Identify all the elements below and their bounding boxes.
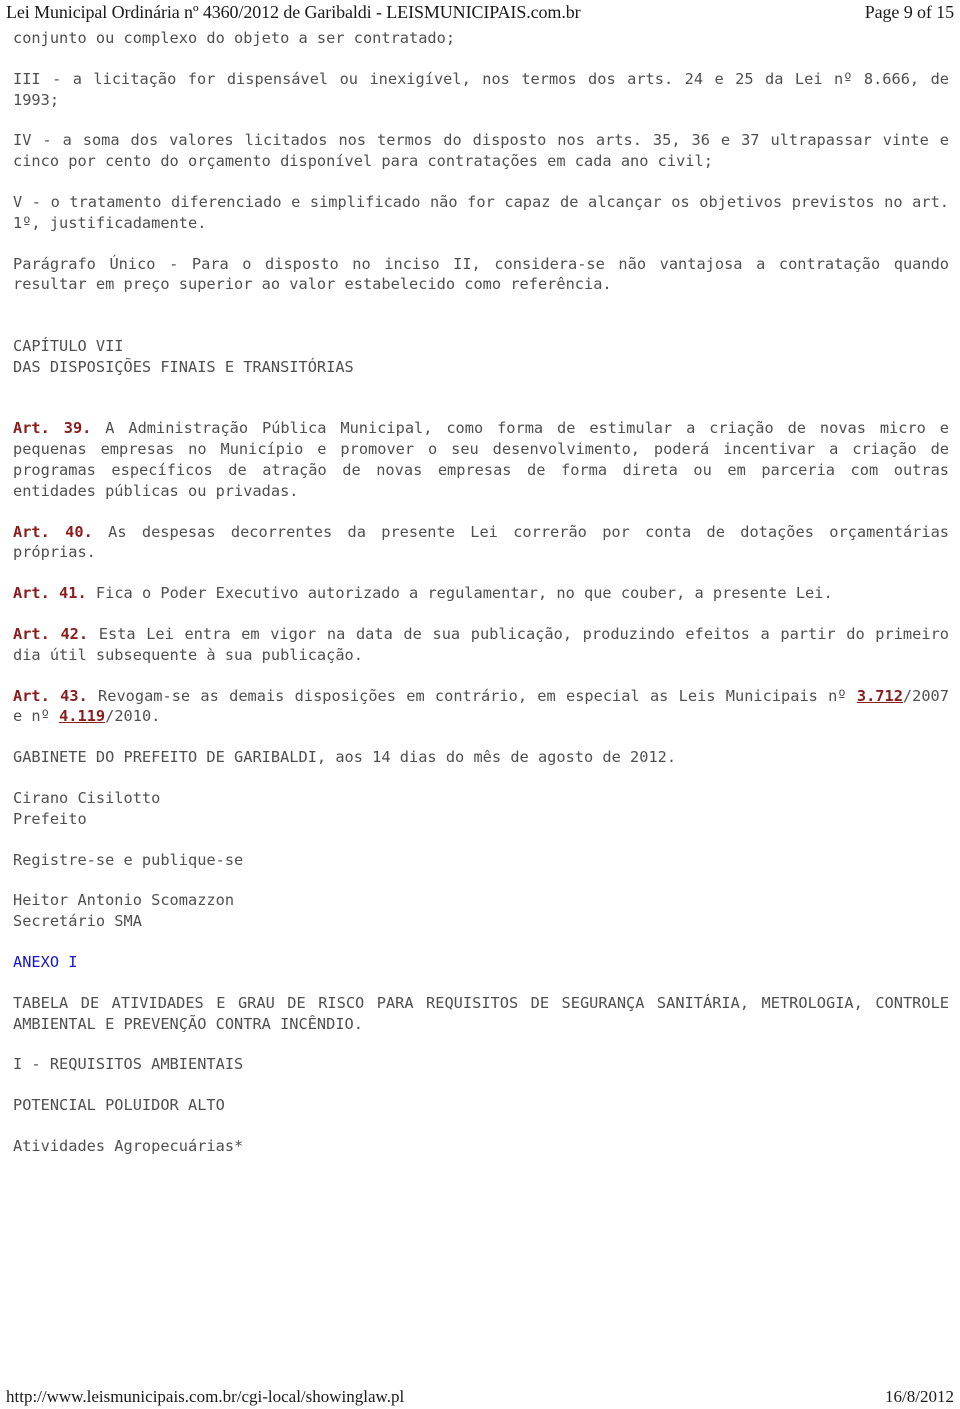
article-text-39: A Administração Pública Municipal, como … <box>13 419 949 500</box>
document-body: conjunto ou complexo do objeto a ser con… <box>13 28 949 1177</box>
article-label-42: Art. 42. <box>13 624 89 643</box>
article-text-43-part3: /2010. <box>105 707 161 726</box>
page-footer: http://www.leismunicipais.com.br/cgi-loc… <box>0 1383 960 1407</box>
footer-date: 16/8/2012 <box>885 1387 954 1406</box>
paragraph-paragrafo-unico: Parágrafo Único - Para o disposto no inc… <box>13 254 949 294</box>
heading-potencial-poluidor: POTENCIAL POLUIDOR ALTO <box>13 1096 225 1115</box>
article-text-43-part1: Revogam-se as demais disposições em cont… <box>87 686 857 705</box>
signer-name-prefeito: Cirano Cisilotto <box>13 788 161 807</box>
page-header: Lei Municipal Ordinária nº 4360/2012 de … <box>0 0 960 24</box>
signature-block-prefeito: Cirano Cisilotto Prefeito <box>13 788 949 830</box>
article-text-41: Fica o Poder Executivo autorizado a regu… <box>86 584 833 603</box>
paragraph-inciso-v: V - o tratamento diferenciado e simplifi… <box>13 192 949 232</box>
heading-atividades-agropecuarias: Atividades Agropecuárias* <box>13 1136 244 1155</box>
signature-block-secretario: Heitor Antonio Scomazzon Secretário SMA <box>13 890 949 932</box>
heading-capitulo: CAPÍTULO VII <box>13 336 124 355</box>
paragraph-art-39: Art. 39. A Administração Pública Municip… <box>13 418 949 501</box>
document-title: Lei Municipal Ordinária nº 4360/2012 de … <box>6 2 581 22</box>
footer-url[interactable]: http://www.leismunicipais.com.br/cgi-loc… <box>6 1387 404 1407</box>
article-label-43: Art. 43. <box>13 686 88 705</box>
article-label-40: Art. 40. <box>13 522 93 541</box>
article-label-39: Art. 39. <box>13 419 92 438</box>
paragraph-art-42: Art. 42. Esta Lei entra em vigor na data… <box>13 624 949 666</box>
law-link-4119[interactable]: 4.119 <box>59 707 105 725</box>
heading-secao-i: I - REQUISITOS AMBIENTAIS <box>13 1055 244 1074</box>
law-link-3712[interactable]: 3.712 <box>857 687 903 705</box>
section-spacer-2 <box>13 398 949 419</box>
anexo-i-link[interactable]: ANEXO I <box>13 952 949 973</box>
paragraph-tabela-title: TABELA DE ATIVIDADES E GRAU DE RISCO PAR… <box>13 993 949 1033</box>
paragraph-inciso-iv: IV - a soma dos valores licitados nos te… <box>13 131 949 171</box>
signer-name-secretario: Heitor Antonio Scomazzon <box>13 891 235 910</box>
paragraph-registre-publique: Registre-se e publique-se <box>13 850 244 869</box>
paragraph-gabinete: GABINETE DO PREFEITO DE GARIBALDI, aos 1… <box>13 748 677 767</box>
paragraph-continuation: conjunto ou complexo do objeto a ser con… <box>13 29 456 47</box>
article-label-41: Art. 41. <box>13 584 87 603</box>
paragraph-art-43: Art. 43. Revogam-se as demais disposiçõe… <box>13 686 949 728</box>
paragraph-art-41: Art. 41. Fica o Poder Executivo autoriza… <box>13 583 949 604</box>
paragraph-art-40: Art. 40. As despesas decorrentes da pres… <box>13 522 949 564</box>
signer-role-secretario: Secretário SMA <box>13 912 142 931</box>
heading-capitulo-subtitle: DAS DISPOSIÇÕES FINAIS E TRANSITÓRIAS <box>13 357 354 376</box>
paragraph-inciso-iii: III - a licitação for dispensável ou ine… <box>13 69 949 109</box>
signer-role-prefeito: Prefeito <box>13 809 87 828</box>
article-text-40: As despesas decorrentes da presente Lei … <box>13 522 949 562</box>
article-text-42: Esta Lei entra em vigor na data de sua p… <box>13 624 949 664</box>
page-indicator: Page 9 of 15 <box>864 2 954 22</box>
